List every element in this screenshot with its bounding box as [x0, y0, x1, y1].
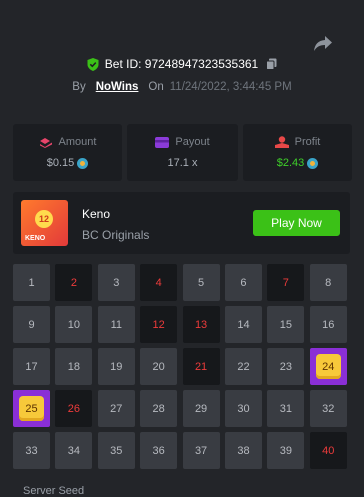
keno-cell: 20 — [140, 348, 178, 385]
play-now-button[interactable]: Play Now — [253, 210, 340, 236]
payout-value: 17.1 x — [167, 157, 198, 169]
thumbnail-label: KENO — [25, 235, 46, 242]
bet-date: 11/24/2022, 3:44:45 PM — [169, 81, 292, 93]
keno-cell: 26 — [55, 390, 93, 427]
keno-cell: 24 — [309, 348, 347, 385]
keno-cell: 40 — [309, 432, 347, 469]
profit-icon — [274, 136, 289, 148]
amount-card: Amount $0.15 — [13, 124, 122, 181]
keno-cell: 11 — [97, 306, 135, 343]
payout-card: Payout 17.1 x — [127, 124, 238, 181]
keno-cell: 2 — [55, 264, 93, 301]
keno-cell: 3 — [97, 264, 135, 301]
keno-cell: 33 — [13, 432, 50, 469]
keno-ball-icon: 12 — [35, 210, 53, 228]
server-seed-label: Server Seed — [23, 485, 85, 497]
keno-cell: 34 — [55, 432, 93, 469]
keno-cell: 8 — [309, 264, 347, 301]
keno-cell: 12 — [140, 306, 178, 343]
keno-cell: 15 — [267, 306, 305, 343]
keno-cell: 19 — [97, 348, 135, 385]
keno-cell: 36 — [140, 432, 178, 469]
amount-icon — [39, 137, 52, 148]
amount-value: $0.15 — [46, 157, 75, 169]
keno-cell: 6 — [224, 264, 262, 301]
hit-gem: 24 — [315, 354, 341, 379]
author-row: By NoWins On 11/24/2022, 3:44:45 PM — [0, 81, 364, 93]
stats-row: Amount $0.15 Payout 17.1 x Profit $2.43 — [13, 124, 352, 181]
keno-cell: 29 — [182, 390, 220, 427]
profit-card: Profit $2.43 — [243, 124, 352, 181]
keno-cell: 23 — [267, 348, 305, 385]
game-provider: BC Originals — [82, 228, 150, 242]
keno-cell: 5 — [182, 264, 220, 301]
payout-label: Payout — [175, 136, 210, 148]
keno-cell: 35 — [97, 432, 135, 469]
keno-grid: 1 2 3 4 5 6 7 8 9 10 11 12 13 14 15 16 17 18 19 20 21 22 23 24 2… — [13, 264, 347, 469]
keno-cell: 1 — [13, 264, 50, 301]
profit-value: $2.43 — [276, 157, 305, 169]
keno-cell: 25 — [13, 390, 50, 427]
keno-cell: 18 — [55, 348, 93, 385]
keno-cell: 10 — [55, 306, 93, 343]
keno-cell: 38 — [224, 432, 262, 469]
keno-cell: 39 — [267, 432, 305, 469]
verified-shield-icon — [87, 57, 99, 71]
keno-cell: 32 — [309, 390, 347, 427]
keno-cell: 4 — [140, 264, 178, 301]
payout-icon — [155, 136, 170, 148]
on-label: On — [148, 81, 164, 93]
game-title: Keno — [82, 207, 111, 221]
keno-cell: 7 — [267, 264, 305, 301]
keno-cell: 28 — [140, 390, 178, 427]
by-label: By — [72, 81, 86, 93]
game-card: 12 KENO Keno BC Originals Play Now — [13, 192, 350, 254]
amount-label: Amount — [58, 136, 97, 148]
coin-icon — [307, 157, 319, 169]
keno-thumbnail[interactable]: 12 KENO — [21, 200, 68, 246]
keno-cell: 21 — [182, 348, 220, 385]
copy-icon[interactable] — [266, 58, 277, 70]
hit-gem: 25 — [19, 396, 44, 421]
keno-cell: 22 — [224, 348, 262, 385]
keno-cell: 17 — [13, 348, 50, 385]
username-link[interactable]: NoWins — [96, 81, 139, 93]
keno-cell: 27 — [97, 390, 135, 427]
keno-cell: 14 — [224, 306, 262, 343]
keno-cell: 30 — [224, 390, 262, 427]
bet-id-text: Bet ID: 97248947323535361 — [104, 57, 259, 71]
keno-cell: 9 — [13, 306, 50, 343]
share-icon[interactable] — [313, 34, 333, 52]
keno-cell: 37 — [182, 432, 220, 469]
keno-cell: 13 — [182, 306, 220, 343]
profit-label: Profit — [294, 136, 321, 148]
coin-icon — [77, 157, 89, 169]
keno-cell: 31 — [267, 390, 305, 427]
keno-cell: 16 — [309, 306, 347, 343]
bet-id-row: Bet ID: 97248947323535361 — [0, 57, 364, 71]
